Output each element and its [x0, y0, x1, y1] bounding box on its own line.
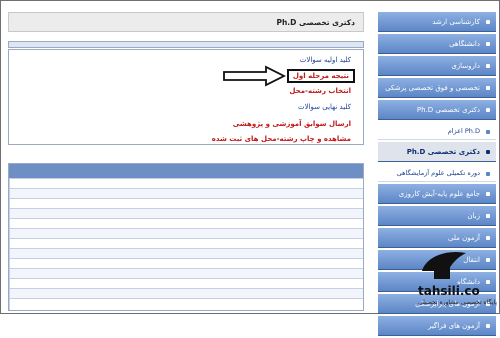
table-column-divider [9, 178, 18, 310]
sidebar-item-label: کارشناسی ارشد [432, 17, 480, 26]
bullet-icon [486, 150, 490, 154]
bullet-icon [486, 86, 490, 90]
table-row [9, 208, 363, 218]
sidebar-item-university[interactable]: دانشنگاهی [378, 34, 496, 54]
sidebar-subitem-phd-dispatch[interactable]: Ph.D اعزام [378, 122, 496, 140]
sidebar-item-label: داروسازی [451, 61, 480, 70]
sidebar-item-label: دکتری تخصصی Ph.D [416, 105, 480, 114]
site-tagline: پایگاه تخصصی مشاوره تحصیلی [418, 299, 498, 306]
sidebar-item-national-exam[interactable]: آزمون ملی [378, 228, 496, 248]
bullet-icon [486, 172, 490, 176]
header-strip [8, 41, 364, 48]
sidebar-item-label: Ph.D اعزام [447, 126, 480, 135]
table-row [9, 188, 363, 198]
link-first-stage-result[interactable]: نتیجه مرحله اول [286, 69, 355, 83]
link-field-selection[interactable]: انتخاب رشته-محل [289, 87, 351, 95]
table-row [9, 298, 363, 308]
sidebar-item-label: جامع علوم پایه-آیش کاروزی [398, 189, 480, 198]
page-title: دکتری تخصصی Ph.D [8, 12, 364, 32]
sidebar-item-label: دوره تکمیلی علوم آزمایشگاهی [396, 168, 480, 177]
sidebar-item-label: زبان [467, 211, 480, 220]
bullet-icon [486, 192, 490, 196]
link-initial-answer-key[interactable]: کلید اولیه سوالات [300, 56, 351, 64]
link-submit-records[interactable]: ارسال سوابق آموزشی و پژوهشی [233, 120, 351, 128]
bullet-icon [486, 64, 490, 68]
table-row [9, 238, 363, 248]
sidebar-item-phd[interactable]: دکتری تخصصی Ph.D [378, 100, 496, 120]
sidebar-item-label: دانشنگاهی [449, 39, 480, 48]
results-table [8, 163, 364, 311]
sidebar-item-pharmacy[interactable]: داروسازی [378, 56, 496, 76]
sidebar-item-language[interactable]: زبان [378, 206, 496, 226]
sidebar-item-masters[interactable]: کارشناسی ارشد [378, 12, 496, 32]
table-row [9, 218, 363, 228]
table-header [9, 164, 363, 178]
sidebar-subitem-lab-sciences[interactable]: دوره تکمیلی علوم آزمایشگاهی [378, 164, 496, 182]
table-row [9, 198, 363, 208]
sidebar-item-label: تخصصی و فوق تخصصی پزشکی [385, 83, 480, 92]
table-row [9, 178, 363, 188]
bullet-icon [486, 108, 490, 112]
sidebar-subitem-phd-active[interactable]: دکتری تخصصی Ph.D [378, 142, 496, 162]
bullet-icon [486, 236, 490, 240]
links-panel: کلید اولیه سوالات نتیجه مرحله اول انتخاب… [8, 49, 364, 145]
table-row [9, 268, 363, 278]
sidebar-item-medical-specialty[interactable]: تخصصی و فوق تخصصی پزشکی [378, 78, 496, 98]
sidebar-item-label: آزمون های فراگیر [427, 321, 480, 330]
table-row [9, 248, 363, 258]
link-final-answer-key[interactable]: کلید نهایی سوالات [298, 103, 351, 111]
sidebar-item-basic-sciences[interactable]: جامع علوم پایه-آیش کاروزی [378, 184, 496, 204]
bullet-icon [486, 324, 490, 328]
bullet-icon [486, 42, 490, 46]
bullet-icon [486, 130, 490, 134]
table-row [9, 228, 363, 238]
table-row [9, 278, 363, 288]
table-row [9, 288, 363, 298]
link-view-print-selections[interactable]: مشاهده و چاپ رشته-محل های ثبت شده [212, 135, 351, 143]
sidebar-item-label: دکتری تخصصی Ph.D [406, 147, 480, 156]
site-watermark: tahsili.co [418, 284, 480, 298]
bullet-icon [486, 20, 490, 24]
sidebar-item-comprehensive[interactable]: آزمون های فراگیر [378, 316, 496, 336]
bullet-icon [486, 214, 490, 218]
sidebar-item-label: آزمون ملی [448, 233, 480, 242]
arrow-right-icon [223, 65, 286, 87]
table-row [9, 258, 363, 268]
